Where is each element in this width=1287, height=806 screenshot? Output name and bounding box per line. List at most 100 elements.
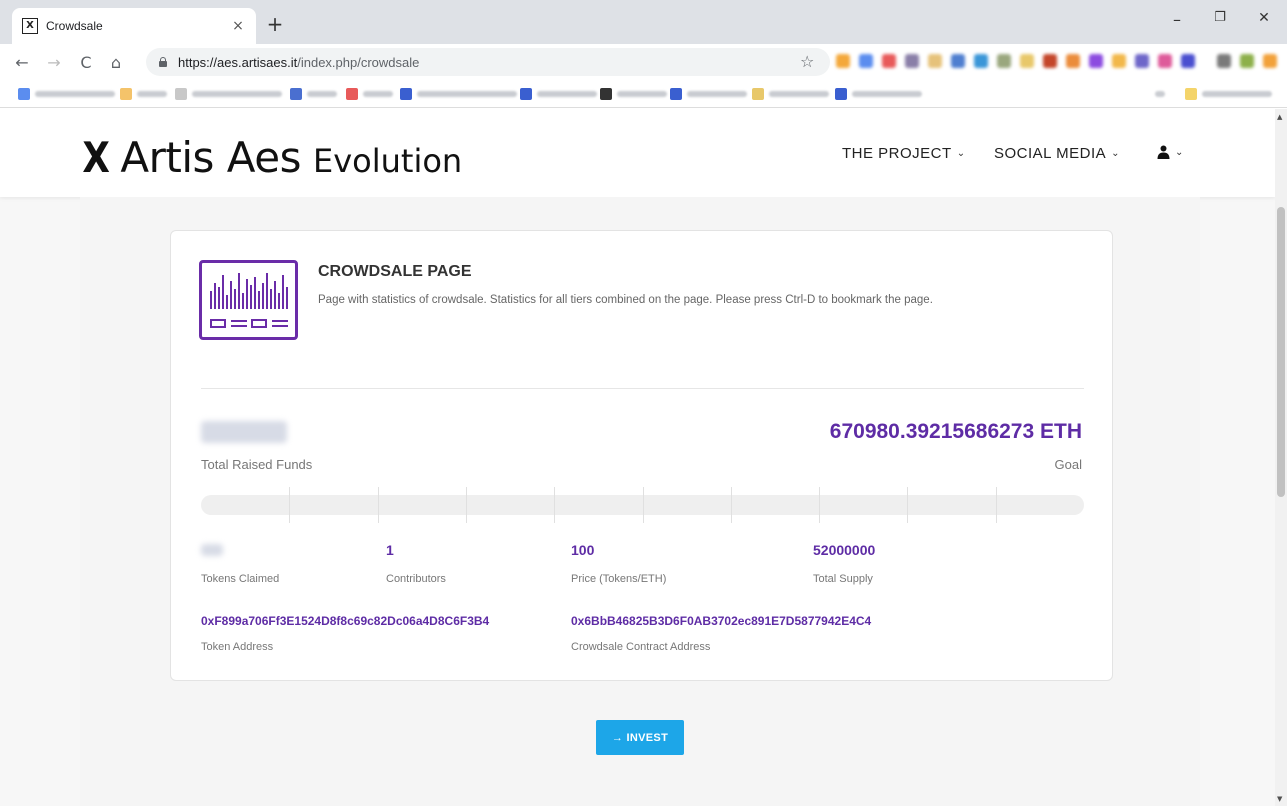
crowdsale-card: CROWDSALE PAGE Page with statistics of c…	[170, 230, 1113, 681]
goal-label: Goal	[1054, 457, 1082, 472]
invest-button[interactable]: → INVEST	[596, 720, 684, 755]
extension-icon[interactable]	[1089, 54, 1103, 68]
logo-subtext: Evolution	[312, 142, 463, 180]
site-logo[interactable]: X Artis Aes Evolution	[80, 133, 462, 182]
page-title: CROWDSALE PAGE	[318, 263, 472, 280]
extension-icon[interactable]	[836, 54, 850, 68]
restore-button[interactable]: ❐	[1210, 10, 1230, 25]
extension-icon[interactable]	[1066, 54, 1080, 68]
progress-tick	[995, 487, 997, 523]
logo-text: Artis Aes	[120, 133, 301, 182]
total-supply-label: Total Supply	[813, 573, 873, 585]
extension-icon[interactable]	[1112, 54, 1126, 68]
contributors-label: Contributors	[386, 573, 446, 585]
nav-social-media[interactable]: SOCIAL MEDIA ⌄	[994, 145, 1120, 162]
chevron-down-icon: ⌄	[956, 148, 966, 159]
chevron-down-icon: ⌄	[1111, 148, 1121, 159]
bookmark-item[interactable]	[670, 88, 747, 100]
contract-address-link[interactable]: 0x6BbB46825B3D6F0AB3702ec891E7D5877942E4…	[571, 614, 871, 628]
web-page: X Artis Aes Evolution THE PROJECT ⌄ SOCI…	[0, 109, 1275, 806]
tokens-claimed-label: Tokens Claimed	[201, 573, 280, 585]
price-label: Price (Tokens/ETH)	[571, 573, 667, 585]
extension-icon[interactable]	[1020, 54, 1034, 68]
chevron-down-icon: ⌄	[1175, 146, 1184, 158]
url-host: https://aes.artisaes.it	[178, 54, 298, 70]
page-description: Page with statistics of crowdsale. Stati…	[318, 294, 933, 306]
scroll-up-icon[interactable]: ▲	[1277, 113, 1282, 121]
contributors-value: 1	[386, 542, 394, 558]
main-content: CROWDSALE PAGE Page with statistics of c…	[80, 197, 1200, 806]
goal-value: 670980.39215686273 ETH	[829, 420, 1082, 443]
total-raised-label: Total Raised Funds	[201, 457, 313, 472]
progress-tick	[819, 487, 821, 523]
browser-tab-bar: X Crowdsale × + – ❐ ✕	[0, 0, 1287, 44]
bookmark-item[interactable]	[175, 88, 282, 100]
contract-address-label: Crowdsale Contract Address	[571, 641, 711, 653]
favicon-icon: X	[22, 18, 38, 34]
extension-icon[interactable]	[974, 54, 988, 68]
scroll-down-icon[interactable]: ▼	[1277, 795, 1282, 803]
nav-social-media-label: SOCIAL MEDIA	[994, 145, 1107, 162]
price-value: 100	[571, 542, 595, 558]
bookmark-item[interactable]	[835, 88, 922, 100]
new-tab-button[interactable]: +	[262, 12, 288, 38]
page-scrollbar[interactable]: ▲ ▼	[1275, 109, 1287, 806]
token-address-link[interactable]: 0xF899a706Ff3E1524D8f8c69c82Dc06a4D8C6F3…	[201, 614, 489, 628]
total-raised-value-redacted	[201, 421, 287, 443]
extension-icon[interactable]	[905, 54, 919, 68]
back-button[interactable]: ←	[12, 53, 32, 72]
nav-the-project-label: THE PROJECT	[842, 145, 952, 162]
progress-tick	[289, 487, 291, 523]
bookmark-item[interactable]	[290, 88, 337, 100]
progress-tick	[907, 487, 909, 523]
extension-icon[interactable]	[859, 54, 873, 68]
tab-title: Crowdsale	[46, 19, 103, 33]
crowdsale-icon	[199, 260, 298, 340]
user-icon	[1157, 145, 1170, 159]
extension-icon[interactable]	[1135, 54, 1149, 68]
extension-icon[interactable]	[1263, 54, 1277, 68]
divider	[201, 388, 1084, 389]
forward-button[interactable]: →	[44, 53, 64, 72]
tokens-claimed-value-redacted	[201, 544, 223, 556]
logo-mark-icon: X	[82, 133, 110, 182]
tab-close-icon[interactable]: ×	[230, 18, 246, 34]
extension-icon[interactable]	[951, 54, 965, 68]
bookmark-item[interactable]	[120, 88, 167, 100]
extension-icon[interactable]	[1043, 54, 1057, 68]
bookmark-item[interactable]	[1185, 88, 1272, 100]
progress-tick	[730, 487, 732, 523]
total-supply-value: 52000000	[813, 542, 876, 558]
url-path: /index.php/crowdsale	[297, 54, 420, 70]
bookmarks-bar	[0, 80, 1287, 108]
extension-icon[interactable]	[997, 54, 1011, 68]
extension-icon[interactable]	[1181, 54, 1195, 68]
progress-tick	[554, 487, 556, 523]
extension-icon[interactable]	[928, 54, 942, 68]
nav-user-menu[interactable]: ⌄	[1157, 145, 1184, 159]
progress-tick	[642, 487, 644, 523]
bookmark-item[interactable]	[346, 88, 393, 100]
bookmark-item[interactable]	[18, 88, 115, 100]
address-bar[interactable]: https://aes.artisaes.it/index.php/crowds…	[146, 48, 830, 76]
extension-icon[interactable]	[882, 54, 896, 68]
bookmark-item[interactable]	[600, 88, 667, 100]
progress-tick	[377, 487, 379, 523]
progress-tick	[465, 487, 467, 523]
home-button[interactable]: ⌂	[106, 53, 126, 72]
bookmark-item[interactable]	[400, 88, 517, 100]
nav-the-project[interactable]: THE PROJECT ⌄	[842, 145, 966, 162]
bookmark-item[interactable]	[520, 88, 597, 100]
lock-icon	[158, 57, 168, 67]
bookmark-item[interactable]	[1155, 88, 1165, 100]
close-window-button[interactable]: ✕	[1254, 10, 1274, 26]
reload-button[interactable]: C	[76, 53, 96, 72]
extension-icon[interactable]	[1158, 54, 1172, 68]
extension-icon[interactable]	[1240, 54, 1254, 68]
bookmark-star-icon[interactable]: ☆	[800, 52, 814, 71]
browser-tab[interactable]: X Crowdsale ×	[12, 8, 256, 44]
extension-icon[interactable]	[1217, 54, 1231, 68]
minimize-button[interactable]: –	[1167, 10, 1187, 29]
bookmark-item[interactable]	[752, 88, 829, 100]
scrollbar-thumb[interactable]	[1277, 207, 1285, 497]
